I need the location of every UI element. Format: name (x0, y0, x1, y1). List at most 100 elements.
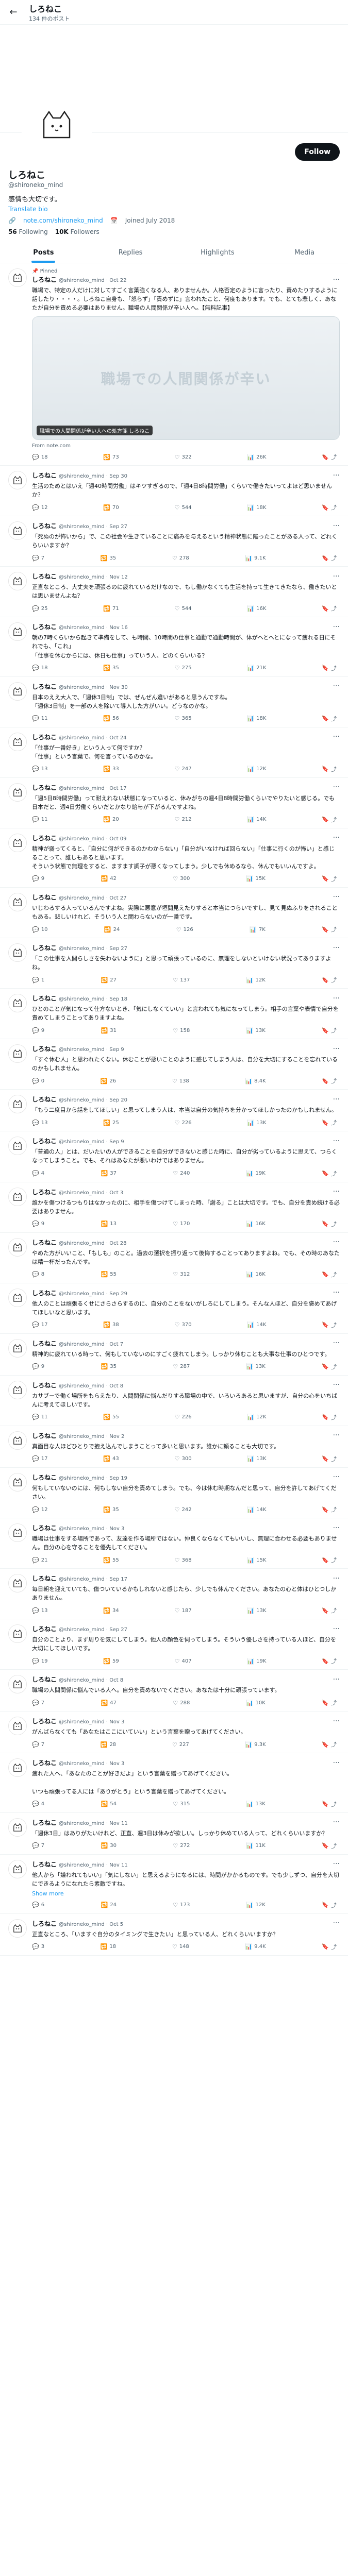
more-options-icon[interactable]: ··· (333, 733, 340, 741)
like-button[interactable]: ♡ 312 (173, 1270, 190, 1279)
followers-stat[interactable]: 10K Followers (55, 228, 100, 235)
like-button[interactable]: ♡ 227 (172, 1740, 189, 1749)
tweet[interactable]: しろねこ @shironeko_mind · Oct 24 ··· 「仕事が一番好き… (0, 727, 348, 778)
bookmark-icon[interactable]: 🔖 (322, 1741, 329, 1748)
tweet[interactable]: しろねこ @shironeko_mind · Sep 27 ··· 自分のことより、… (0, 1619, 348, 1670)
share-icon[interactable]: ⤴ (331, 1657, 337, 1665)
tweet-avatar[interactable] (8, 833, 27, 852)
retweet-button[interactable]: 🔁 55 (101, 1270, 117, 1279)
retweet-button[interactable]: 🔁 20 (103, 816, 119, 824)
tweet-avatar[interactable] (8, 783, 27, 802)
tweet-author-name[interactable]: しろねこ (32, 1239, 57, 1246)
like-button[interactable]: ♡ 300 (175, 1455, 192, 1463)
more-options-icon[interactable]: ··· (333, 1759, 340, 1767)
views-button[interactable]: 📊 9.1K (245, 554, 266, 562)
like-button[interactable]: ♡ 368 (175, 1556, 192, 1564)
like-button[interactable]: ♡ 275 (175, 664, 192, 672)
reply-button[interactable]: 💬 4 (32, 1170, 44, 1178)
bookmark-icon[interactable]: 🔖 (322, 1170, 329, 1177)
tweet[interactable]: しろねこ @shironeko_mind · Oct 09 ··· 精神が弱ってくる… (0, 828, 348, 888)
tab-highlights[interactable]: Highlights (174, 242, 261, 263)
tweet[interactable]: しろねこ @shironeko_mind · Sep 17 ··· 毎日朝を迎えてい… (0, 1569, 348, 1620)
more-options-icon[interactable]: ··· (333, 1188, 340, 1196)
bookmark-icon[interactable]: 🔖 (322, 454, 329, 461)
share-icon[interactable]: ⤴ (331, 1026, 337, 1035)
retweet-button[interactable]: 🔁 71 (103, 604, 119, 613)
tweet-media-card[interactable]: 職場での人間関係が辛い 職場での人間関係が辛い人への処方箋 しろねこ (32, 316, 340, 440)
bookmark-icon[interactable]: 🔖 (322, 1363, 329, 1370)
retweet-button[interactable]: 🔁 33 (103, 765, 119, 773)
retweet-button[interactable]: 🔁 54 (101, 1800, 117, 1808)
bookmark-icon[interactable]: 🔖 (322, 1557, 329, 1564)
following-stat[interactable]: 56 Following (8, 228, 48, 235)
share-icon[interactable]: ⤴ (331, 1220, 337, 1228)
share-icon[interactable]: ⤴ (331, 1699, 337, 1707)
reply-button[interactable]: 💬 7 (32, 1740, 44, 1749)
tweet-avatar[interactable] (8, 1044, 27, 1063)
tweet-avatar[interactable] (8, 1574, 27, 1593)
bookmark-icon[interactable]: 🔖 (322, 1801, 329, 1807)
like-button[interactable]: ♡ 365 (175, 715, 192, 723)
like-button[interactable]: ♡ 287 (173, 1363, 190, 1371)
retweet-button[interactable]: 🔁 43 (103, 1455, 119, 1463)
retweet-button[interactable]: 🔁 35 (101, 1363, 117, 1371)
like-button[interactable]: ♡ 126 (176, 925, 193, 934)
retweet-button[interactable]: 🔁 55 (103, 1556, 119, 1564)
tweet-avatar[interactable] (8, 572, 27, 591)
reply-button[interactable]: 💬 21 (32, 1556, 47, 1564)
views-button[interactable]: 📊 21K (247, 664, 266, 672)
tweet-author-name[interactable]: しろねこ (32, 1340, 57, 1347)
like-button[interactable]: ♡ 278 (172, 554, 189, 562)
like-button[interactable]: ♡ 315 (173, 1800, 190, 1808)
tweet[interactable]: しろねこ @shironeko_mind · Oct 8 ··· カサブーで働く場所… (0, 1376, 348, 1426)
tweet-avatar[interactable] (8, 994, 27, 1013)
tweet-avatar[interactable] (8, 1338, 27, 1358)
share-icon[interactable]: ⤴ (331, 875, 337, 883)
tweet-author-name[interactable]: しろねこ (32, 1759, 57, 1767)
reply-button[interactable]: 💬 7 (32, 1699, 44, 1707)
more-options-icon[interactable]: ··· (333, 276, 340, 284)
tweet-avatar[interactable] (8, 1818, 27, 1837)
tab-replies[interactable]: Replies (87, 242, 174, 263)
views-button[interactable]: 📊 15K (247, 1556, 266, 1564)
retweet-button[interactable]: 🔁 18 (101, 1943, 116, 1951)
more-options-icon[interactable]: ··· (333, 783, 340, 791)
tweet-avatar[interactable] (8, 732, 27, 751)
show-more-link[interactable]: Show more (32, 1890, 340, 1897)
reply-button[interactable]: 💬 12 (32, 503, 47, 512)
retweet-button[interactable]: 🔁 55 (103, 1413, 119, 1421)
tweet[interactable]: しろねこ @shironeko_mind · Oct 3 ··· 誰かを傷つけるつも… (0, 1182, 348, 1233)
views-button[interactable]: 📊 12K (247, 1413, 266, 1421)
share-icon[interactable]: ⤴ (331, 976, 337, 984)
like-button[interactable]: ♡ 544 (175, 503, 192, 512)
bookmark-icon[interactable]: 🔖 (322, 1506, 329, 1513)
tweet-author-name[interactable]: しろねこ (32, 1920, 57, 1927)
more-options-icon[interactable]: ··· (333, 1137, 340, 1145)
tweet-author-name[interactable]: しろねこ (32, 1819, 57, 1826)
like-button[interactable]: ♡ 170 (173, 1220, 190, 1228)
bookmark-icon[interactable]: 🔖 (322, 605, 329, 612)
tweet-author-name[interactable]: しろねこ (32, 1474, 57, 1481)
like-button[interactable]: ♡ 370 (175, 1321, 192, 1329)
retweet-button[interactable]: 🔁 42 (101, 875, 117, 883)
bookmark-icon[interactable]: 🔖 (322, 926, 329, 933)
tweet-author-name[interactable]: しろねこ (32, 944, 57, 952)
tweet[interactable]: しろねこ @shironeko_mind · Nov 11 ··· 「週休3日」はあ… (0, 1813, 348, 1855)
like-button[interactable]: ♡ 137 (173, 976, 190, 984)
share-icon[interactable]: ⤴ (331, 1606, 337, 1615)
views-button[interactable]: 📊 16K (246, 1270, 266, 1279)
more-options-icon[interactable]: ··· (333, 1289, 340, 1297)
share-icon[interactable]: ⤴ (331, 715, 337, 723)
tweet-avatar[interactable] (8, 1717, 27, 1736)
retweet-button[interactable]: 🔁 56 (103, 715, 119, 723)
bookmark-icon[interactable]: 🔖 (322, 1943, 329, 1950)
more-options-icon[interactable]: ··· (333, 834, 340, 842)
tweet-author-name[interactable]: しろねこ (32, 472, 57, 479)
more-options-icon[interactable]: ··· (333, 1238, 340, 1246)
more-options-icon[interactable]: ··· (333, 1095, 340, 1104)
tweet[interactable]: しろねこ @shironeko_mind · Oct 5 ··· 正直なところ、「い… (0, 1914, 348, 1956)
bookmark-icon[interactable]: 🔖 (322, 1271, 329, 1278)
tweet-avatar[interactable] (8, 1431, 27, 1450)
views-button[interactable]: 📊 18K (247, 503, 266, 512)
tweet-author-name[interactable]: しろねこ (32, 522, 57, 530)
